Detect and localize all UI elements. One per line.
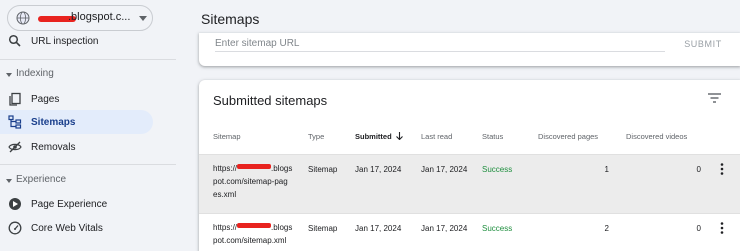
removals-icon	[8, 141, 22, 153]
nav-label: Core Web Vitals	[31, 222, 103, 234]
divider	[0, 59, 176, 60]
table-row[interactable]: https:// .blogs pot.com/sitemap-pag es.xm…	[199, 154, 740, 213]
nav-core-web-vitals[interactable]: Core Web Vitals	[0, 216, 153, 240]
column-header-discovered-videos[interactable]: Discovered videos	[626, 132, 687, 141]
sitemap-icon	[8, 115, 22, 129]
search-icon	[8, 34, 21, 47]
column-header-last-read[interactable]: Last read	[421, 132, 452, 141]
globe-icon	[16, 11, 30, 25]
nav-page-experience[interactable]: Page Experience	[0, 192, 153, 216]
sort-down-icon	[395, 132, 403, 140]
submit-button[interactable]: SUBMIT	[669, 35, 737, 53]
cell-discovered-videos: 0	[696, 224, 701, 233]
property-selector[interactable]: .blogspot.c...	[7, 5, 153, 31]
url-line: pot.com/sitemap.xml	[213, 236, 287, 245]
cell-status: Success	[482, 165, 513, 174]
url-prefix: https://	[213, 223, 238, 232]
section-heading: Indexing	[16, 68, 54, 79]
more-options-icon[interactable]	[720, 163, 724, 175]
page-experience-icon	[9, 198, 21, 210]
caret-down-icon	[139, 16, 147, 21]
collapse-icon	[6, 179, 12, 183]
redacted-domain	[237, 223, 272, 228]
nav-label: Sitemaps	[31, 116, 76, 128]
nav-url-inspection[interactable]: URL inspection	[0, 29, 153, 53]
card-title: Submitted sitemaps	[213, 93, 328, 108]
property-label: .blogspot.c...	[68, 11, 131, 23]
cell-last-read: Jan 17, 2024	[421, 165, 468, 174]
cell-discovered-pages: 1	[604, 165, 609, 174]
pages-icon	[9, 92, 21, 106]
url-line: es.xml	[213, 190, 237, 199]
url-suffix: .blogs	[271, 223, 293, 232]
cell-submitted: Jan 17, 2024	[355, 224, 402, 233]
column-header-discovered-pages[interactable]: Discovered pages	[538, 132, 598, 141]
table-row[interactable]: https:// .blogs pot.com/sitemap.xml Sitem…	[199, 213, 740, 251]
column-header-submitted[interactable]: Submitted	[355, 132, 403, 141]
add-sitemap-card: SUBMIT	[199, 33, 740, 66]
cell-discovered-pages: 2	[604, 224, 609, 233]
submitted-sitemaps-card: Submitted sitemaps Sitemap Type Submitte…	[199, 80, 740, 251]
filter-icon[interactable]	[708, 93, 721, 103]
redacted-domain	[237, 164, 272, 169]
cell-submitted: Jan 17, 2024	[355, 165, 402, 174]
nav-sitemaps[interactable]: Sitemaps	[0, 110, 153, 134]
nav-label: Removals	[31, 141, 76, 153]
sitemap-url-input[interactable]	[215, 36, 665, 52]
url-line: pot.com/sitemap-pag	[213, 177, 288, 186]
page-title: Sitemaps	[201, 11, 260, 27]
column-header-sitemap[interactable]: Sitemap	[213, 132, 241, 141]
nav-label: Page Experience	[31, 198, 108, 210]
divider	[0, 164, 176, 165]
section-experience[interactable]: Experience	[0, 174, 176, 188]
gauge-icon	[8, 221, 22, 235]
section-indexing[interactable]: Indexing	[0, 68, 176, 82]
more-options-icon[interactable]	[720, 222, 724, 234]
cell-discovered-videos: 0	[696, 165, 701, 174]
column-header-status[interactable]: Status	[482, 132, 503, 141]
url-suffix: .blogs	[271, 164, 293, 173]
section-heading: Experience	[16, 174, 67, 185]
collapse-icon	[6, 73, 12, 77]
nav-label: URL inspection	[31, 35, 99, 47]
cell-type: Sitemap	[308, 224, 338, 233]
url-prefix: https://	[213, 164, 238, 173]
cell-status: Success	[482, 224, 513, 233]
sitemap-url: https:// .blogs pot.com/sitemap.xml	[213, 221, 295, 247]
cell-last-read: Jan 17, 2024	[421, 224, 468, 233]
sidebar: .blogspot.c... URL inspection Indexing P…	[0, 0, 176, 251]
cell-type: Sitemap	[308, 165, 338, 174]
column-header-label: Submitted	[355, 132, 392, 141]
nav-label: Pages	[31, 93, 60, 105]
sitemap-url: https:// .blogs pot.com/sitemap-pag es.xm…	[213, 162, 295, 201]
nav-removals[interactable]: Removals	[0, 135, 153, 159]
column-header-type[interactable]: Type	[308, 132, 324, 141]
nav-pages[interactable]: Pages	[0, 87, 153, 111]
